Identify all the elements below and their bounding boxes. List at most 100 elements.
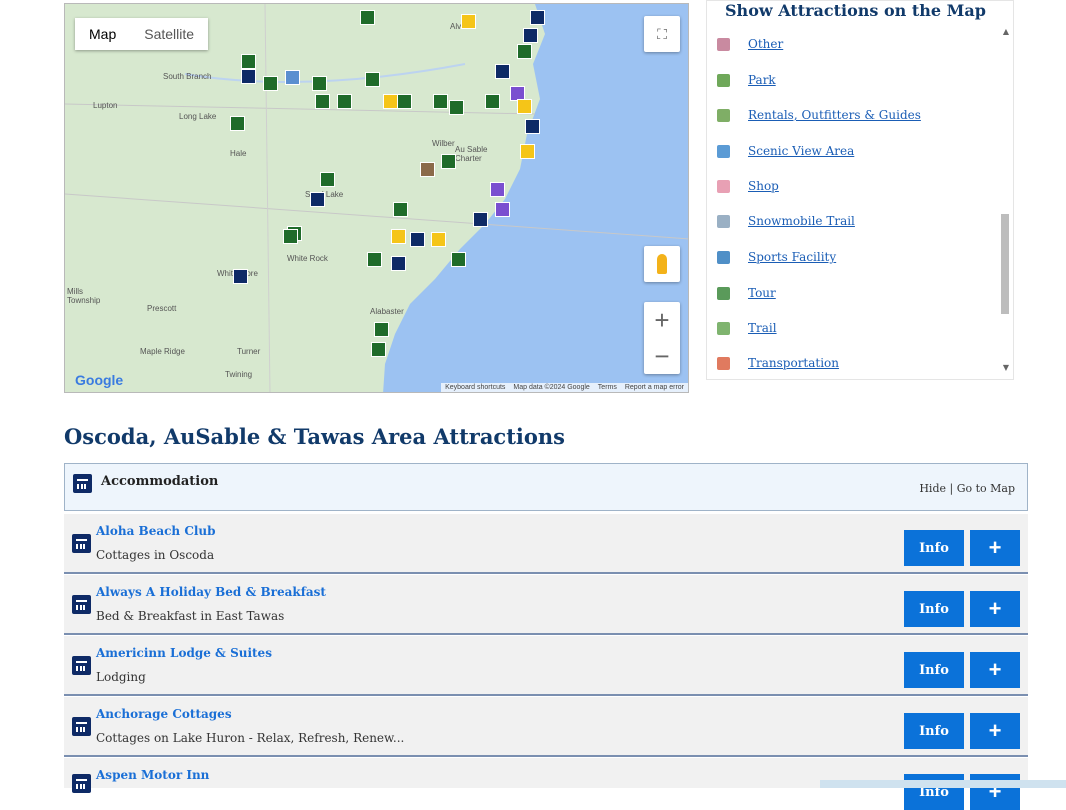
- food-marker-icon[interactable]: [517, 99, 532, 114]
- food-marker-icon[interactable]: [383, 94, 398, 109]
- lodging-marker-icon[interactable]: [391, 256, 406, 271]
- add-button[interactable]: +: [970, 591, 1020, 627]
- golf-marker-icon[interactable]: [371, 342, 386, 357]
- report-error-link[interactable]: Report a map error: [625, 384, 684, 391]
- lodging-marker-icon[interactable]: [241, 69, 256, 84]
- park-marker-icon[interactable]: [283, 229, 298, 244]
- category-link[interactable]: Tour: [748, 286, 776, 300]
- park-marker-icon[interactable]: [397, 94, 412, 109]
- park-marker-icon[interactable]: [337, 94, 352, 109]
- sports-icon: [717, 250, 730, 264]
- scenic-marker-icon[interactable]: [285, 70, 300, 85]
- category-other[interactable]: Other: [717, 29, 783, 59]
- terms-link[interactable]: Terms: [598, 384, 617, 391]
- listing-description: Cottages on Lake Huron - Relax, Refresh,…: [96, 731, 405, 745]
- category-scenic-view[interactable]: Scenic View Area: [717, 136, 854, 166]
- park-marker-icon[interactable]: [315, 94, 330, 109]
- food-marker-icon[interactable]: [431, 232, 446, 247]
- rental-marker-icon[interactable]: [360, 10, 375, 25]
- zoom-in-button[interactable]: +: [644, 302, 680, 338]
- park-marker-icon[interactable]: [241, 54, 256, 69]
- park-marker-icon[interactable]: [517, 44, 532, 59]
- category-shop[interactable]: Shop: [717, 171, 779, 201]
- lodging-marker-icon[interactable]: [530, 10, 545, 25]
- add-button[interactable]: +: [970, 713, 1020, 749]
- scrollbar-thumb[interactable]: [1001, 214, 1009, 314]
- lodging-marker-icon[interactable]: [495, 64, 510, 79]
- pegman-icon: [657, 254, 667, 274]
- category-link[interactable]: Park: [748, 73, 776, 87]
- lodging-marker-icon[interactable]: [523, 28, 538, 43]
- listing-description: Cottages in Oscoda: [96, 548, 215, 562]
- hide-go-to-map-links[interactable]: Hide | Go to Map: [919, 482, 1015, 495]
- info-button[interactable]: Info: [904, 713, 964, 749]
- zoom-control[interactable]: + −: [644, 302, 680, 374]
- category-park[interactable]: Park: [717, 65, 776, 95]
- category-link[interactable]: Scenic View Area: [748, 144, 854, 158]
- category-link[interactable]: Sports Facility: [748, 250, 836, 264]
- lodging-marker-icon[interactable]: [525, 119, 540, 134]
- trail-icon: [717, 321, 730, 335]
- category-tour[interactable]: Tour: [717, 278, 776, 308]
- rental-marker-icon[interactable]: [365, 72, 380, 87]
- fullscreen-button[interactable]: ⛶: [644, 16, 680, 52]
- category-header: Accommodation Hide | Go to Map: [64, 463, 1028, 511]
- keyboard-shortcuts-link[interactable]: Keyboard shortcuts: [445, 384, 505, 391]
- listing-name-link[interactable]: Always A Holiday Bed & Breakfast: [96, 585, 326, 599]
- listing-name-link[interactable]: Aspen Motor Inn: [96, 768, 209, 782]
- food-marker-icon[interactable]: [461, 14, 476, 29]
- park-marker-icon[interactable]: [263, 76, 278, 91]
- category-link[interactable]: Rentals, Outfitters & Guides: [748, 108, 921, 122]
- lodging-marker-icon[interactable]: [410, 232, 425, 247]
- category-link[interactable]: Snowmobile Trail: [748, 214, 855, 228]
- lodging-marker-icon[interactable]: [233, 269, 248, 284]
- lodging-marker-icon[interactable]: [473, 212, 488, 227]
- map-type-satellite[interactable]: Satellite: [130, 18, 208, 50]
- park-marker-icon[interactable]: [485, 94, 500, 109]
- category-rentals[interactable]: Rentals, Outfitters & Guides: [717, 100, 921, 130]
- food-marker-icon[interactable]: [391, 229, 406, 244]
- category-trail[interactable]: Trail: [717, 313, 777, 343]
- add-button[interactable]: +: [970, 652, 1020, 688]
- category-snowmobile[interactable]: Snowmobile Trail: [717, 206, 855, 236]
- category-transportation[interactable]: Transportation: [717, 348, 839, 378]
- scroll-down-icon[interactable]: ▼: [1003, 363, 1009, 372]
- category-link[interactable]: Other: [748, 37, 783, 51]
- shop-marker-icon[interactable]: [490, 182, 505, 197]
- park-marker-icon[interactable]: [441, 154, 456, 169]
- rental-marker-icon[interactable]: [312, 76, 327, 91]
- category-link[interactable]: Transportation: [748, 356, 839, 370]
- golf-marker-icon[interactable]: [393, 202, 408, 217]
- add-button[interactable]: +: [970, 530, 1020, 566]
- rental-marker-icon[interactable]: [451, 252, 466, 267]
- listing-name-link[interactable]: Aloha Beach Club: [96, 524, 216, 538]
- info-button[interactable]: Info: [904, 591, 964, 627]
- category-sports[interactable]: Sports Facility: [717, 242, 836, 272]
- park-marker-icon[interactable]: [374, 322, 389, 337]
- park-marker-icon[interactable]: [320, 172, 335, 187]
- transportation-icon: [717, 356, 730, 370]
- accommodation-icon: [73, 474, 92, 493]
- accommodation-icon: [72, 534, 91, 553]
- scroll-up-icon[interactable]: ▲: [1003, 27, 1009, 36]
- food-marker-icon[interactable]: [520, 144, 535, 159]
- pegman-button[interactable]: [644, 246, 680, 282]
- listing-name-link[interactable]: Anchorage Cottages: [96, 707, 232, 721]
- rental-marker-icon[interactable]: [230, 116, 245, 131]
- golf-marker-icon[interactable]: [420, 162, 435, 177]
- rental-marker-icon[interactable]: [449, 100, 464, 115]
- info-button[interactable]: Info: [904, 652, 964, 688]
- map-type-toggle[interactable]: Map Satellite: [75, 18, 209, 50]
- map-type-map[interactable]: Map: [75, 18, 130, 50]
- category-link[interactable]: Shop: [748, 179, 779, 193]
- info-button[interactable]: Info: [904, 530, 964, 566]
- shop-icon: [717, 179, 730, 193]
- shop-marker-icon[interactable]: [495, 202, 510, 217]
- zoom-out-button[interactable]: −: [644, 338, 680, 374]
- lodging-marker-icon[interactable]: [310, 192, 325, 207]
- map[interactable]: Map Satellite ⛶ + − South Branch Lupton …: [64, 3, 689, 393]
- park-marker-icon[interactable]: [433, 94, 448, 109]
- listing-name-link[interactable]: Americinn Lodge & Suites: [96, 646, 272, 660]
- park-marker-icon[interactable]: [367, 252, 382, 267]
- category-link[interactable]: Trail: [748, 321, 777, 335]
